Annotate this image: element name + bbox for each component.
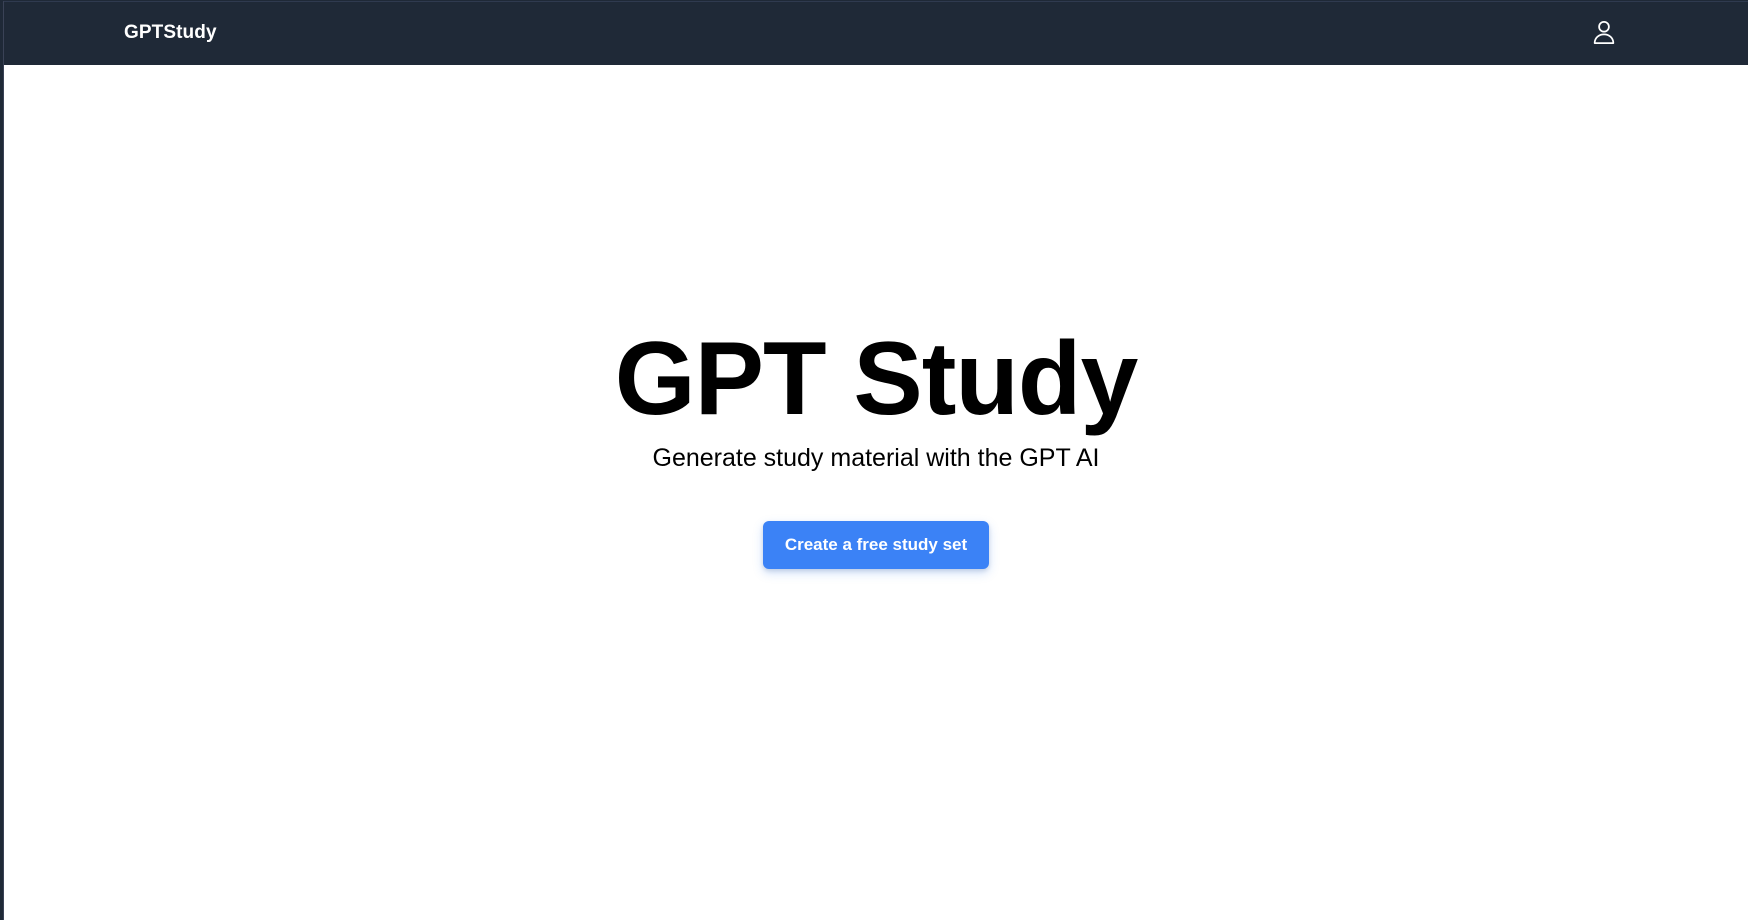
brand-logo[interactable]: GPTStudy <box>124 22 217 44</box>
top-navbar: GPTStudy <box>4 1 1748 65</box>
hero-subtitle: Generate study material with the GPT AI <box>652 444 1100 472</box>
hero-title: GPT Study <box>614 321 1139 437</box>
user-account-button[interactable] <box>1588 18 1620 50</box>
app-window: GPTStudy GPT Study Generate study materi… <box>3 1 1748 920</box>
user-icon <box>1590 18 1618 51</box>
hero-section: GPT Study Generate study material with t… <box>4 65 1748 920</box>
create-study-set-button[interactable]: Create a free study set <box>763 521 989 569</box>
